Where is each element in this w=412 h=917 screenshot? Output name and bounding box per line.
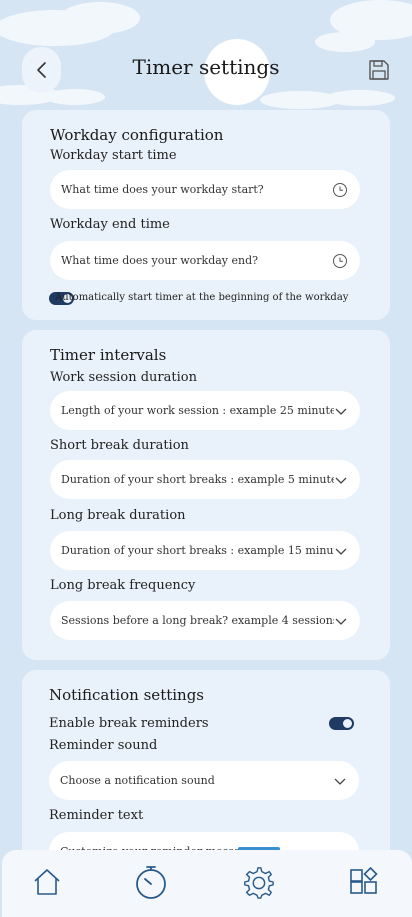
- workday-title: Workday configuration: [50, 126, 224, 144]
- notifications-card: Notification settings Enable break remin…: [22, 670, 390, 871]
- chevron-down-icon: [334, 778, 346, 785]
- home-icon: [34, 869, 60, 895]
- work-session-placeholder: Length of your work session : example 25…: [61, 404, 334, 417]
- workday-card: Workday configuration Workday start time…: [22, 110, 390, 320]
- bottom-tab-bar: [2, 850, 412, 917]
- intervals-card: Timer intervals Work session duration Le…: [22, 330, 390, 660]
- work-session-label: Work session duration: [50, 370, 197, 385]
- sound-label: Reminder sound: [49, 738, 158, 753]
- short-break-select[interactable]: Duration of your short breaks : example …: [50, 460, 360, 499]
- reminders-label: Enable break reminders: [49, 716, 209, 731]
- stopwatch-icon: [136, 866, 166, 899]
- sound-placeholder: Choose a notification sound: [60, 774, 215, 787]
- chevron-down-icon: [335, 477, 347, 484]
- long-break-label: Long break duration: [50, 508, 186, 523]
- tab-home[interactable]: [30, 864, 64, 900]
- notifications-title: Notification settings: [49, 686, 205, 704]
- chevron-down-icon: [335, 408, 347, 415]
- reminder-text-label: Reminder text: [49, 808, 144, 823]
- gear-icon: [244, 867, 274, 899]
- clock-icon: [333, 182, 347, 197]
- tab-apps[interactable]: [346, 864, 380, 900]
- workday-start-field[interactable]: What time does your workday start?: [50, 170, 360, 209]
- frequency-placeholder: Sessions before a long break? example 4 …: [61, 614, 334, 627]
- floppy-disk-icon: [369, 60, 389, 80]
- long-break-select[interactable]: Duration of your short breaks : example …: [50, 531, 360, 570]
- tab-timer[interactable]: [134, 864, 168, 900]
- workday-end-placeholder: What time does your workday end?: [61, 254, 259, 267]
- long-break-placeholder: Duration of your short breaks : example …: [61, 544, 334, 557]
- clock-icon: [333, 253, 347, 268]
- short-break-label: Short break duration: [50, 438, 189, 453]
- workday-start-label: Workday start time: [50, 148, 177, 163]
- workday-end-field[interactable]: What time does your workday end?: [50, 241, 360, 280]
- save-button[interactable]: [367, 58, 391, 82]
- sound-select[interactable]: Choose a notification sound: [49, 761, 359, 800]
- frequency-label: Long break frequency: [50, 578, 196, 593]
- page-title: Timer settings: [132, 55, 280, 79]
- tab-settings[interactable]: [241, 864, 275, 900]
- header: Timer settings: [0, 0, 412, 110]
- short-break-placeholder: Duration of your short breaks : example …: [61, 473, 334, 486]
- frequency-select[interactable]: Sessions before a long break? example 4 …: [50, 601, 360, 640]
- apps-icon: [350, 867, 378, 894]
- chevron-down-icon: [335, 618, 347, 625]
- reminders-toggle[interactable]: [329, 717, 354, 730]
- workday-end-label: Workday end time: [50, 217, 170, 232]
- work-session-select[interactable]: Length of your work session : example 25…: [50, 391, 360, 430]
- chevron-down-icon: [335, 548, 347, 555]
- auto-start-label: Automatically start timer at the beginni…: [55, 292, 349, 303]
- workday-start-placeholder: What time does your workday start?: [61, 183, 264, 196]
- intervals-title: Timer intervals: [50, 346, 167, 364]
